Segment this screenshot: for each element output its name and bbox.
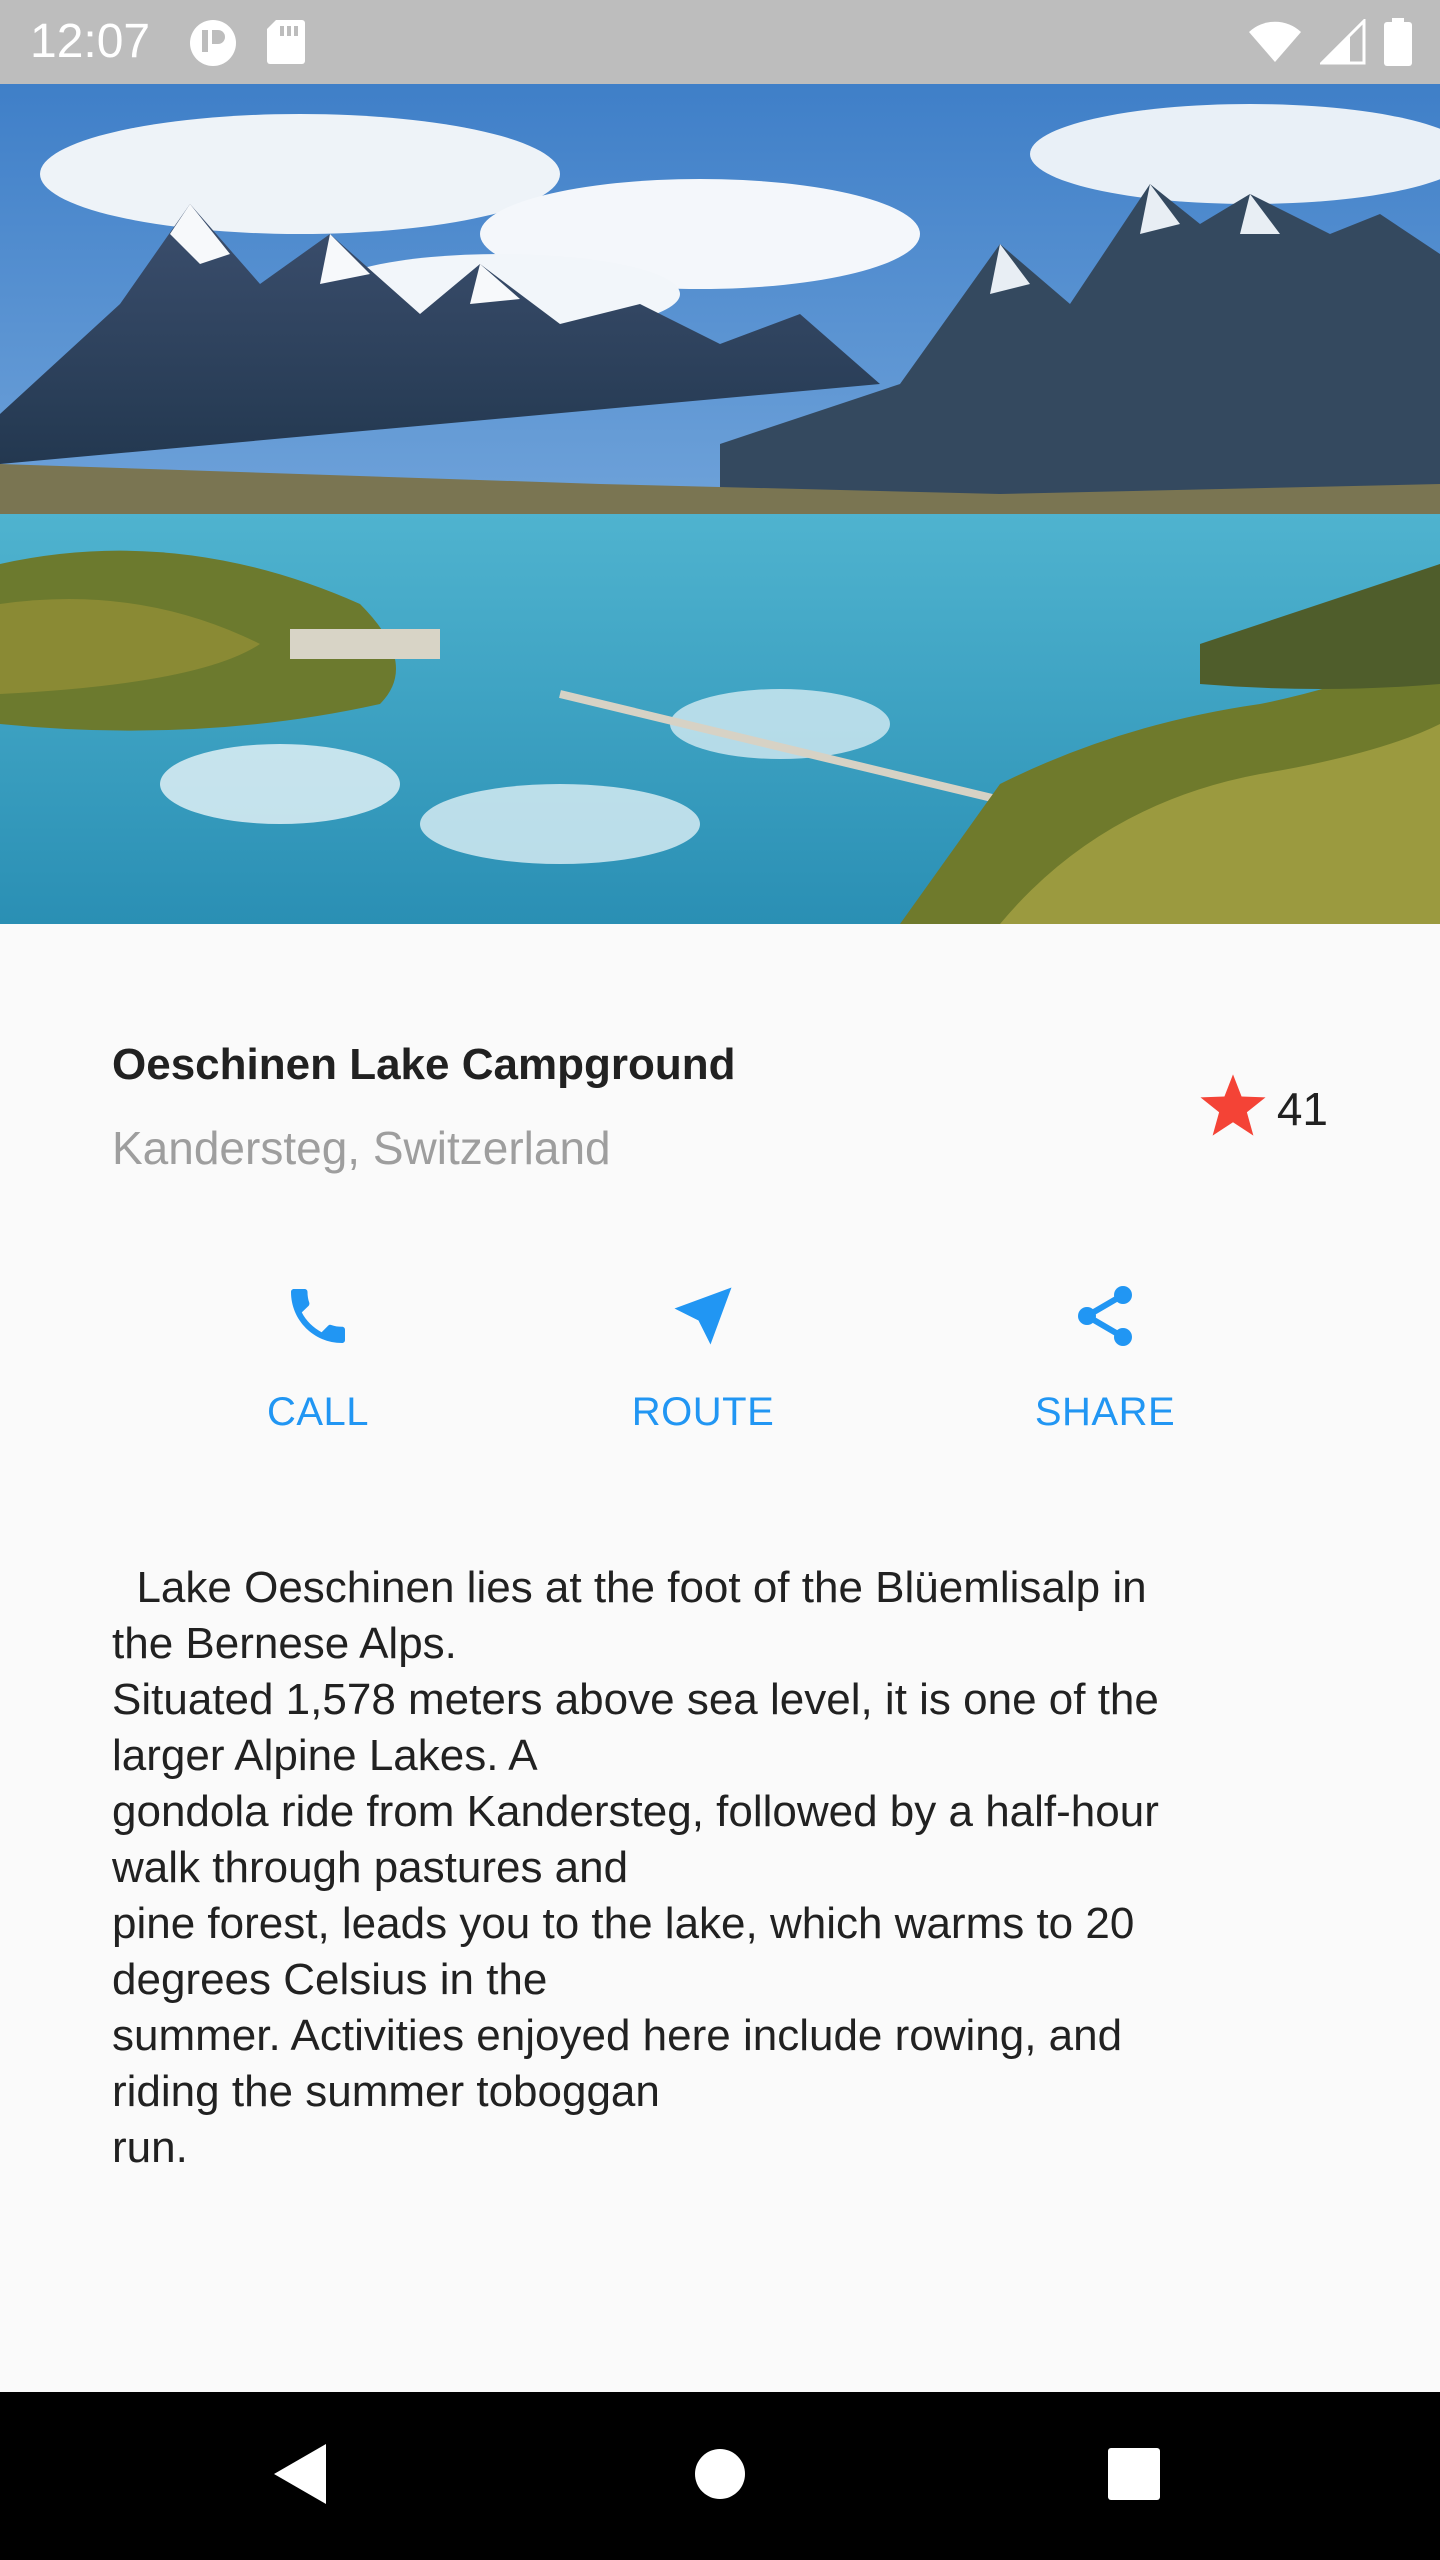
route-label: ROUTE [631,1390,775,1434]
phone-icon [282,1280,354,1357]
place-title: Oeschinen Lake Campground [112,1040,736,1089]
rating-count: 41 [1276,1082,1328,1135]
notification-icon [188,18,238,73]
cell-signal-icon [1318,17,1366,70]
status-bar: 12:07 [0,0,1440,84]
share-icon [1069,1280,1141,1357]
wifi-icon [1248,20,1302,69]
back-button[interactable] [240,2392,360,2560]
back-icon [272,2442,328,2511]
status-time: 12:07 [30,15,151,68]
home-button[interactable] [660,2392,780,2560]
battery-icon [1384,18,1412,71]
navigation-icon [667,1280,739,1357]
description-text: Lake Oeschinen lies at the foot of the B… [112,1563,1159,2172]
share-label: SHARE [1034,1390,1176,1434]
action-row: CALL ROUTE SHARE [0,1280,1440,1460]
route-button[interactable]: ROUTE [583,1280,823,1437]
home-icon [694,2448,746,2505]
call-label: CALL [266,1390,370,1434]
place-subtitle: Kandersteg, Switzerland [112,1122,611,1174]
recents-button[interactable] [1074,2392,1194,2560]
sd-card-icon [266,18,306,73]
navigation-bar [0,2392,1440,2560]
share-button[interactable]: SHARE [985,1280,1225,1437]
hero-image [0,84,1440,924]
call-button[interactable]: CALL [198,1280,438,1437]
recents-icon [1108,2447,1160,2505]
star-icon[interactable] [1197,1072,1269,1145]
rating: 41 [1197,1072,1328,1145]
title-section: Oeschinen Lake Campground Kandersteg, Sw… [112,1030,1328,1190]
